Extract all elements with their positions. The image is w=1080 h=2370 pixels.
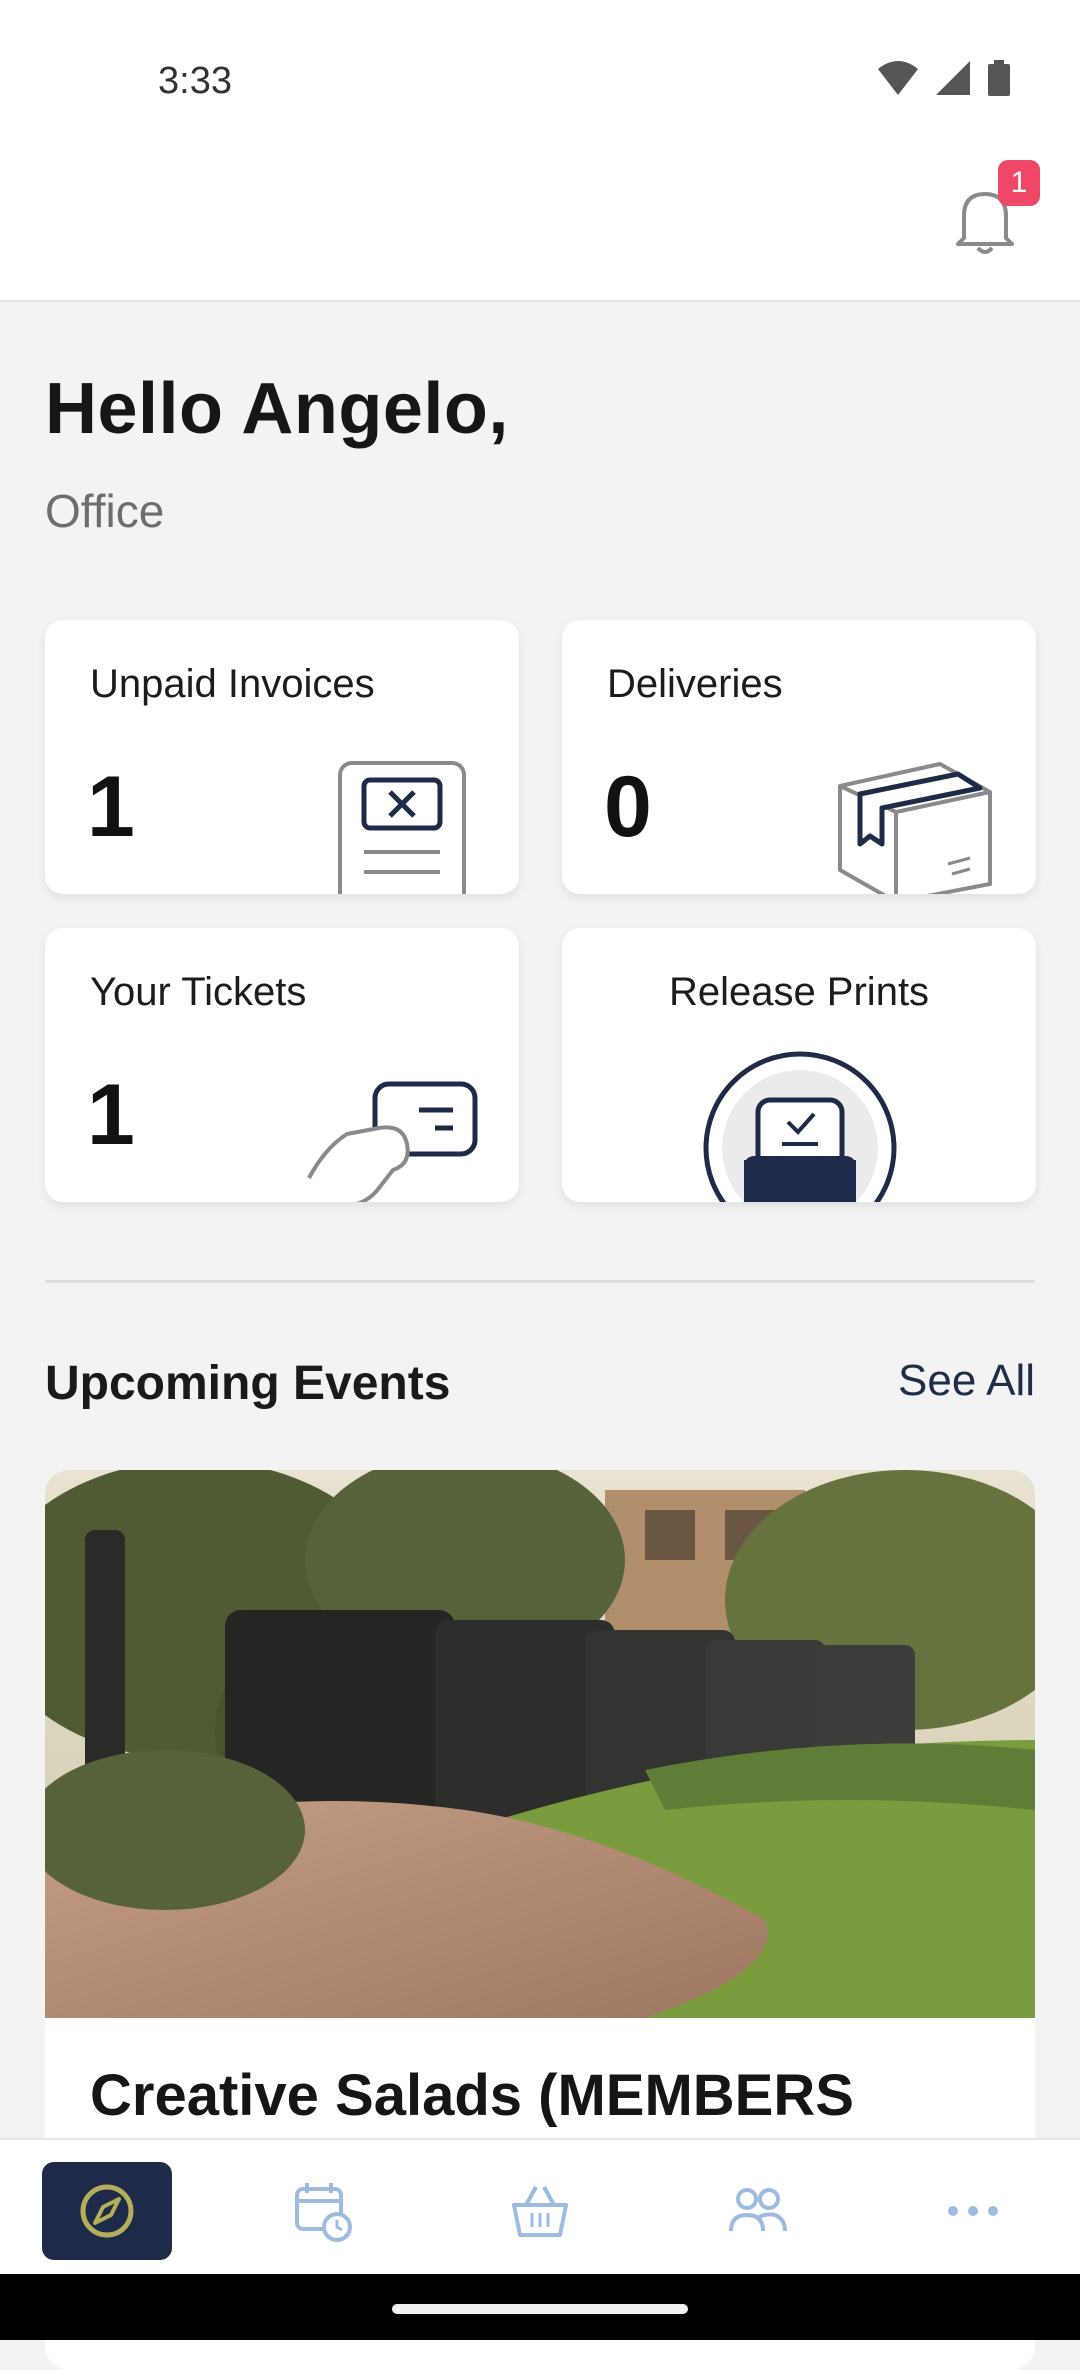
nav-more[interactable] — [908, 2162, 1038, 2260]
nav-bookings[interactable] — [258, 2162, 388, 2260]
basket-icon — [512, 2186, 568, 2237]
card-label: Unpaid Invoices — [90, 662, 375, 706]
signal-icon — [936, 61, 970, 95]
status-time: 3:33 — [158, 60, 232, 102]
section-divider — [45, 1280, 1035, 1283]
invoice-icon — [338, 761, 466, 894]
more-icon — [948, 2206, 998, 2216]
nav-shop[interactable] — [475, 2162, 605, 2260]
package-icon — [838, 762, 992, 894]
card-label: Deliveries — [607, 662, 783, 706]
calendar-clock-icon — [295, 2183, 352, 2242]
deliveries-card[interactable]: Deliveries 0 — [562, 620, 1036, 894]
bottom-navigation — [0, 2138, 1080, 2276]
release-prints-card[interactable]: Release Prints — [562, 928, 1036, 1202]
card-count: 1 — [87, 1067, 135, 1163]
nav-community[interactable] — [692, 2162, 822, 2260]
event-title: Creative Salads (MEMBERS — [90, 2063, 854, 2128]
home-indicator[interactable] — [392, 2304, 688, 2314]
wifi-icon — [878, 61, 918, 95]
card-count: 1 — [87, 759, 135, 855]
greeting-title: Hello Angelo, — [45, 369, 509, 449]
event-image — [45, 1470, 1035, 2018]
card-count: 0 — [604, 759, 652, 855]
ticket-hand-icon — [307, 1081, 478, 1202]
notification-badge: 1 — [998, 160, 1040, 206]
print-tray-icon — [703, 1051, 897, 1202]
upcoming-events-title: Upcoming Events — [45, 1357, 451, 1410]
location-subtitle: Office — [45, 485, 165, 537]
card-label: Your Tickets — [90, 970, 307, 1014]
unpaid-invoices-card[interactable]: Unpaid Invoices 1 — [45, 620, 519, 894]
compass-icon — [80, 2184, 134, 2238]
top-bar: 3:33 1 — [0, 0, 1080, 302]
card-label: Release Prints — [668, 970, 930, 1014]
your-tickets-card[interactable]: Your Tickets 1 — [45, 928, 519, 1202]
see-all-link[interactable]: See All — [898, 1356, 1035, 1406]
battery-icon — [988, 60, 1010, 96]
notification-button[interactable]: 1 — [940, 160, 1040, 270]
status-icons — [878, 60, 1010, 96]
nav-explore[interactable] — [42, 2162, 172, 2260]
people-icon — [729, 2188, 787, 2232]
